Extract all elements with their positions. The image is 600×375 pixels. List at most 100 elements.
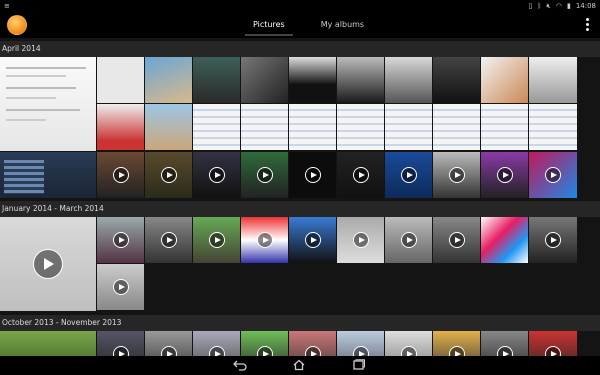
photo-grid: April 2014 January 2014 - March 2014 Oct… <box>0 38 600 356</box>
video-thumbnail[interactable] <box>337 331 384 356</box>
photo-thumbnail[interactable] <box>289 104 336 150</box>
home-icon[interactable] <box>292 359 306 371</box>
photo-thumbnail[interactable] <box>337 57 384 103</box>
overflow-menu-icon[interactable] <box>584 17 590 33</box>
video-thumbnail[interactable] <box>337 152 384 198</box>
play-icon <box>545 346 561 356</box>
video-thumbnail[interactable] <box>529 331 577 356</box>
play-icon <box>352 167 369 183</box>
app-bar: Pictures My albums <box>0 12 600 38</box>
photo-thumbnail[interactable] <box>481 217 528 263</box>
video-thumbnail[interactable] <box>97 331 144 356</box>
mute-icon: 🔇︎ <box>546 2 551 10</box>
video-thumbnail[interactable] <box>289 152 336 198</box>
battery-icon: ▮ <box>566 2 571 10</box>
photo-thumbnail[interactable] <box>193 104 240 150</box>
video-thumbnail[interactable] <box>529 217 577 263</box>
play-icon <box>160 167 177 183</box>
photo-thumbnail[interactable] <box>241 57 288 103</box>
video-thumbnail[interactable] <box>433 331 480 356</box>
video-thumbnail[interactable] <box>241 217 288 263</box>
section-header: April 2014 <box>0 41 600 57</box>
play-icon <box>160 232 177 248</box>
album-app-icon[interactable] <box>7 15 27 35</box>
photo-thumbnail[interactable] <box>433 57 480 103</box>
photo-thumbnail[interactable] <box>385 57 432 103</box>
video-thumbnail[interactable] <box>145 217 192 263</box>
photo-thumbnail[interactable] <box>145 104 192 150</box>
play-icon <box>545 167 561 183</box>
section-header: October 2013 - November 2013 <box>0 315 600 331</box>
photo-thumbnail[interactable] <box>0 331 96 356</box>
video-thumbnail[interactable] <box>193 217 240 263</box>
wifi-icon: ◠ <box>555 2 562 10</box>
play-icon <box>545 232 561 248</box>
video-thumbnail[interactable] <box>0 217 96 311</box>
play-icon <box>33 249 63 279</box>
tab-bar: Pictures My albums <box>235 12 382 38</box>
photo-thumbnail[interactable] <box>481 57 528 103</box>
play-icon <box>400 232 417 248</box>
notification-icon: ≡ <box>4 2 10 10</box>
photo-thumbnail[interactable] <box>97 104 144 150</box>
photo-thumbnail[interactable] <box>0 57 96 151</box>
tab-my-albums[interactable]: My albums <box>303 12 382 38</box>
play-icon <box>448 346 465 356</box>
back-icon[interactable] <box>233 359 247 371</box>
play-icon <box>352 346 369 356</box>
video-thumbnail[interactable] <box>529 152 577 198</box>
status-bar: ≡ ▯ ᛒ 🔇︎ ◠ ▮ 14:08 <box>0 0 600 12</box>
video-thumbnail[interactable] <box>193 331 240 356</box>
video-thumbnail[interactable] <box>385 152 432 198</box>
play-icon <box>448 167 465 183</box>
play-icon <box>400 167 417 183</box>
video-thumbnail[interactable] <box>433 152 480 198</box>
video-thumbnail[interactable] <box>193 152 240 198</box>
photo-thumbnail[interactable] <box>193 57 240 103</box>
play-icon <box>448 232 465 248</box>
bluetooth-icon: ᛒ <box>537 2 542 10</box>
navigation-bar <box>0 356 600 375</box>
photo-thumbnail[interactable] <box>241 104 288 150</box>
photo-thumbnail[interactable] <box>433 104 480 150</box>
photo-thumbnail[interactable] <box>145 57 192 103</box>
video-thumbnail[interactable] <box>241 331 288 356</box>
video-thumbnail[interactable] <box>97 264 144 310</box>
photo-thumbnail[interactable] <box>529 104 577 150</box>
video-thumbnail[interactable] <box>289 331 336 356</box>
play-icon <box>304 167 321 183</box>
video-thumbnail[interactable] <box>337 217 384 263</box>
play-icon <box>304 232 321 248</box>
play-icon <box>304 346 321 356</box>
photo-thumbnail[interactable] <box>0 152 96 198</box>
play-icon <box>112 279 129 295</box>
video-thumbnail[interactable] <box>145 331 192 356</box>
play-icon <box>112 346 129 356</box>
video-thumbnail[interactable] <box>433 217 480 263</box>
video-thumbnail[interactable] <box>97 152 144 198</box>
play-icon <box>208 232 225 248</box>
play-icon <box>352 232 369 248</box>
play-icon <box>256 232 273 248</box>
photo-thumbnail[interactable] <box>481 104 528 150</box>
photo-thumbnail[interactable] <box>385 104 432 150</box>
video-thumbnail[interactable] <box>385 331 432 356</box>
photo-thumbnail[interactable] <box>289 57 336 103</box>
video-thumbnail[interactable] <box>145 152 192 198</box>
video-thumbnail[interactable] <box>241 152 288 198</box>
tab-pictures[interactable]: Pictures <box>235 12 303 38</box>
video-thumbnail[interactable] <box>481 152 528 198</box>
photo-thumbnail[interactable] <box>529 57 577 103</box>
video-thumbnail[interactable] <box>481 331 528 356</box>
section-header: January 2014 - March 2014 <box>0 201 600 217</box>
video-thumbnail[interactable] <box>97 217 144 263</box>
sim-icon: ▯ <box>528 2 533 10</box>
play-icon <box>496 167 513 183</box>
play-icon <box>496 346 513 356</box>
play-icon <box>160 346 177 356</box>
recent-apps-icon[interactable] <box>352 359 366 371</box>
video-thumbnail[interactable] <box>385 217 432 263</box>
video-thumbnail[interactable] <box>289 217 336 263</box>
photo-thumbnail[interactable] <box>97 57 144 103</box>
photo-thumbnail[interactable] <box>337 104 384 150</box>
